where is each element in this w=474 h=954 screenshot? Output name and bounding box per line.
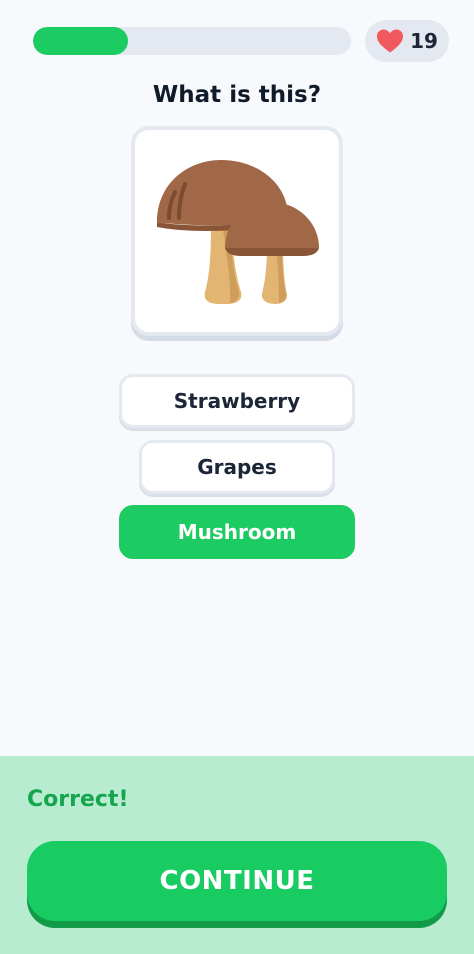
feedback-message: Correct! [27, 787, 129, 812]
answer-option-grapes[interactable]: Grapes [139, 440, 335, 494]
answer-option-mushroom[interactable]: Mushroom [119, 505, 355, 559]
heart-icon [376, 28, 404, 54]
continue-button[interactable]: CONTINUE [27, 841, 447, 921]
answer-option-label: Strawberry [173, 389, 301, 413]
progress-bar [33, 27, 351, 55]
progress-fill [33, 27, 129, 55]
lives-count: 19 [410, 29, 438, 53]
question-image-card [131, 126, 343, 336]
answer-option-label: Mushroom [177, 520, 297, 544]
lives-counter[interactable]: 19 [365, 20, 449, 62]
question-title: What is this? [152, 82, 322, 108]
quiz-screen: 19 What is this? Strawberry Grapes Mushr… [0, 0, 474, 954]
mushroom-icon [157, 160, 319, 304]
answer-option-label: Grapes [197, 455, 277, 479]
feedback-panel: Correct! CONTINUE [0, 756, 474, 954]
answer-option-strawberry[interactable]: Strawberry [119, 374, 355, 428]
